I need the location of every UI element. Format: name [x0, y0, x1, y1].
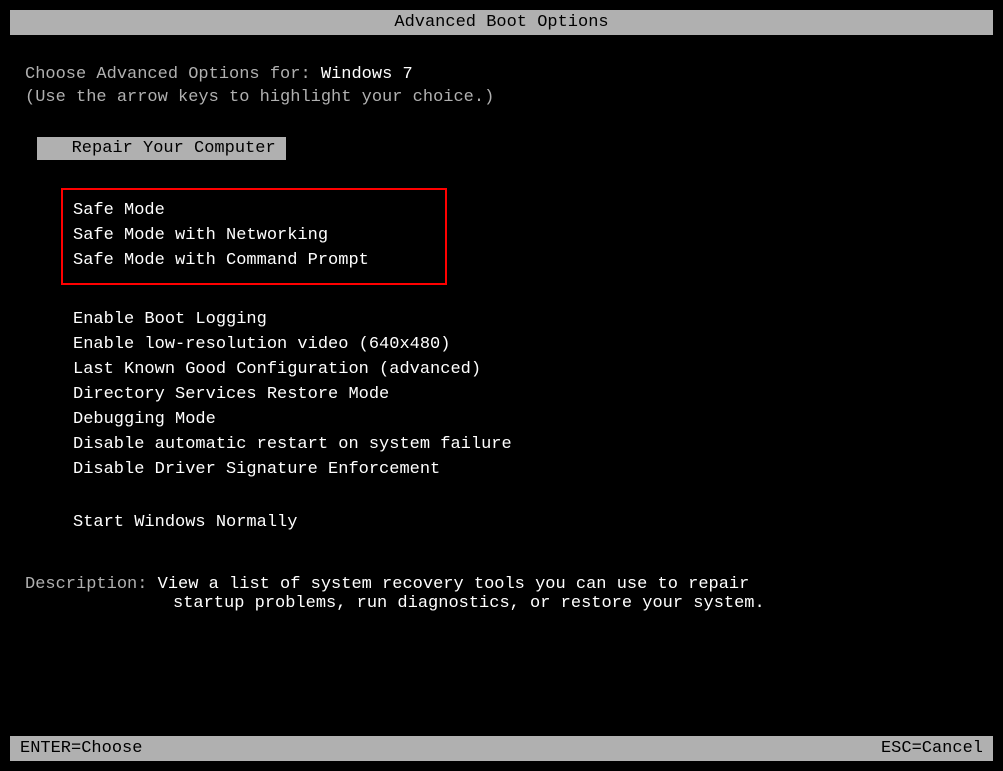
- menu-item-last-known-good[interactable]: Last Known Good Configuration (advanced): [73, 357, 978, 382]
- menu-item-directory-services-restore[interactable]: Directory Services Restore Mode: [73, 382, 978, 407]
- menu-group-other: Enable Boot Logging Enable low-resolutio…: [73, 307, 978, 482]
- footer-esc-hint: ESC=Cancel: [881, 739, 983, 758]
- menu-item-debugging-mode[interactable]: Debugging Mode: [73, 407, 978, 432]
- menu-item-safe-mode-command-prompt[interactable]: Safe Mode with Command Prompt: [73, 248, 435, 273]
- menu-item-safe-mode-networking[interactable]: Safe Mode with Networking: [73, 223, 435, 248]
- footer-enter-hint: ENTER=Choose: [20, 739, 142, 758]
- menu-item-low-res-video[interactable]: Enable low-resolution video (640x480): [73, 332, 978, 357]
- menu-item-disable-auto-restart[interactable]: Disable automatic restart on system fail…: [73, 432, 978, 457]
- instruction-line: (Use the arrow keys to highlight your ch…: [25, 88, 978, 107]
- menu-item-disable-driver-signature[interactable]: Disable Driver Signature Enforcement: [73, 457, 978, 482]
- description-section: Description: View a list of system recov…: [0, 575, 1003, 613]
- prompt-line: Choose Advanced Options for: Windows 7: [25, 65, 978, 84]
- os-name: Windows 7: [321, 65, 413, 84]
- prompt-prefix: Choose Advanced Options for:: [25, 65, 321, 84]
- menu-item-boot-logging[interactable]: Enable Boot Logging: [73, 307, 978, 332]
- highlight-annotation-box: Safe Mode Safe Mode with Networking Safe…: [61, 188, 447, 285]
- menu-section: Safe Mode Safe Mode with Networking Safe…: [73, 188, 978, 535]
- menu-group-start: Start Windows Normally: [73, 510, 978, 535]
- description-line-1: Description: View a list of system recov…: [25, 575, 978, 594]
- description-text-2: startup problems, run diagnostics, or re…: [173, 594, 978, 613]
- menu-item-safe-mode[interactable]: Safe Mode: [73, 198, 435, 223]
- title-bar: Advanced Boot Options: [10, 10, 993, 35]
- menu-item-start-windows-normally[interactable]: Start Windows Normally: [73, 510, 978, 535]
- menu-item-repair-computer[interactable]: Repair Your Computer: [37, 137, 286, 160]
- main-content: Choose Advanced Options for: Windows 7 (…: [0, 35, 1003, 575]
- footer-bar: ENTER=Choose ESC=Cancel: [10, 736, 993, 761]
- description-label: Description:: [25, 575, 158, 594]
- description-text-1: View a list of system recovery tools you…: [158, 575, 750, 594]
- title-text: Advanced Boot Options: [394, 13, 608, 32]
